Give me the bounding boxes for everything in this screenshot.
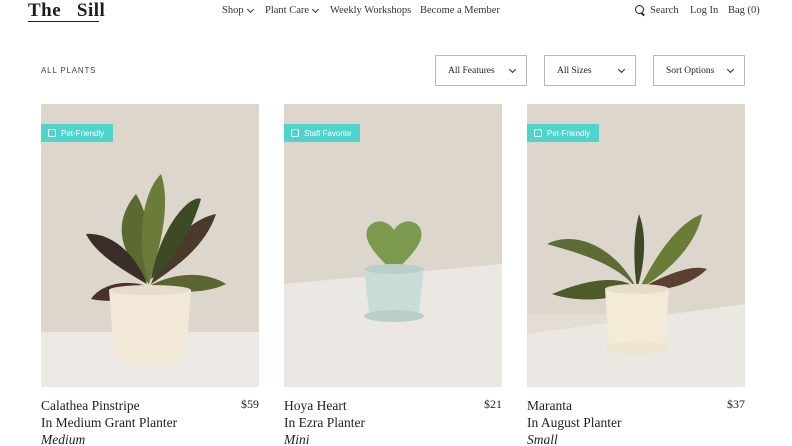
nav-weekly-workshops-label: Weekly Workshops [330,5,412,16]
product-card[interactable]: Pet-Friendly Calathea Pinstripe In Mediu… [41,104,259,446]
sort-options-dropdown[interactable]: Sort Options [653,55,745,86]
product-name-line1: Maranta [527,398,572,413]
chevron-down-icon [726,65,735,74]
page-title: ALL PLANTS [41,66,97,75]
sizes-filter-dropdown[interactable]: All Sizes [544,55,636,86]
product-badge: Pet-Friendly [527,124,600,142]
product-name[interactable]: Calathea Pinstripe In Medium Grant Plant… [41,397,231,446]
sizes-filter-label: All Sizes [557,65,592,76]
nav-plant-care-label: Plant Care [265,5,310,16]
nav-weekly-workshops[interactable]: Weekly Workshops [330,5,411,16]
paw-icon [534,129,542,137]
logo-underline [28,21,99,22]
product-price: $21 [484,397,502,411]
paw-icon [48,129,56,137]
features-filter-dropdown[interactable]: All Features [435,55,527,86]
product-card[interactable]: Pet-Friendly Maranta In August Planter S… [527,104,745,446]
maranta-plant-illustration [527,104,745,387]
site-logo[interactable]: The Sill [28,0,105,22]
product-card[interactable]: Staff Favorite Hoya Heart In Ezra Plante… [284,104,502,446]
login-link[interactable]: Log In [690,5,718,16]
product-image[interactable]: Pet-Friendly [41,104,259,387]
product-size: Mini [284,432,310,446]
sort-options-label: Sort Options [666,65,715,76]
badge-label: Pet-Friendly [547,128,591,138]
product-name-line2: In Medium Grant Planter [41,415,178,430]
chevron-down-icon [508,65,517,74]
product-name-line1: Hoya Heart [284,398,347,413]
product-name[interactable]: Hoya Heart In Ezra Planter Mini [284,397,474,446]
product-size: Small [527,432,558,446]
hoya-plant-illustration [284,104,502,387]
badge-label: Pet-Friendly [61,128,105,138]
badge-label: Staff Favorite [304,128,352,138]
chevron-down-icon [617,65,626,74]
bag-link[interactable]: Bag (0) [728,5,760,16]
nav-plant-care[interactable]: Plant Care [265,5,320,16]
product-price: $37 [727,397,745,411]
product-image[interactable]: Pet-Friendly [527,104,745,387]
features-filter-label: All Features [448,65,495,76]
search-label: Search [650,5,679,16]
site-header: The Sill Shop Plant Care Weekly Workshop… [0,0,792,28]
product-badge: Staff Favorite [284,124,361,142]
product-name[interactable]: Maranta In August Planter Small [527,397,717,446]
search-icon [635,5,646,16]
product-name-line2: In August Planter [527,415,622,430]
nav-become-member-label: Become a Member [420,5,500,16]
thumbs-up-icon [291,129,299,137]
product-image[interactable]: Staff Favorite [284,104,502,387]
nav-become-member[interactable]: Become a Member [420,5,500,16]
calathea-plant-illustration [41,104,259,387]
search-button[interactable]: Search [635,5,679,16]
chevron-down-icon [246,5,254,13]
product-badge: Pet-Friendly [41,124,114,142]
product-price: $59 [241,397,259,411]
product-name-line2: In Ezra Planter [284,415,365,430]
nav-shop[interactable]: Shop [222,5,254,16]
nav-shop-label: Shop [222,5,244,16]
product-name-line1: Calathea Pinstripe [41,398,140,413]
chevron-down-icon [311,5,320,13]
product-size: Medium [41,432,86,446]
